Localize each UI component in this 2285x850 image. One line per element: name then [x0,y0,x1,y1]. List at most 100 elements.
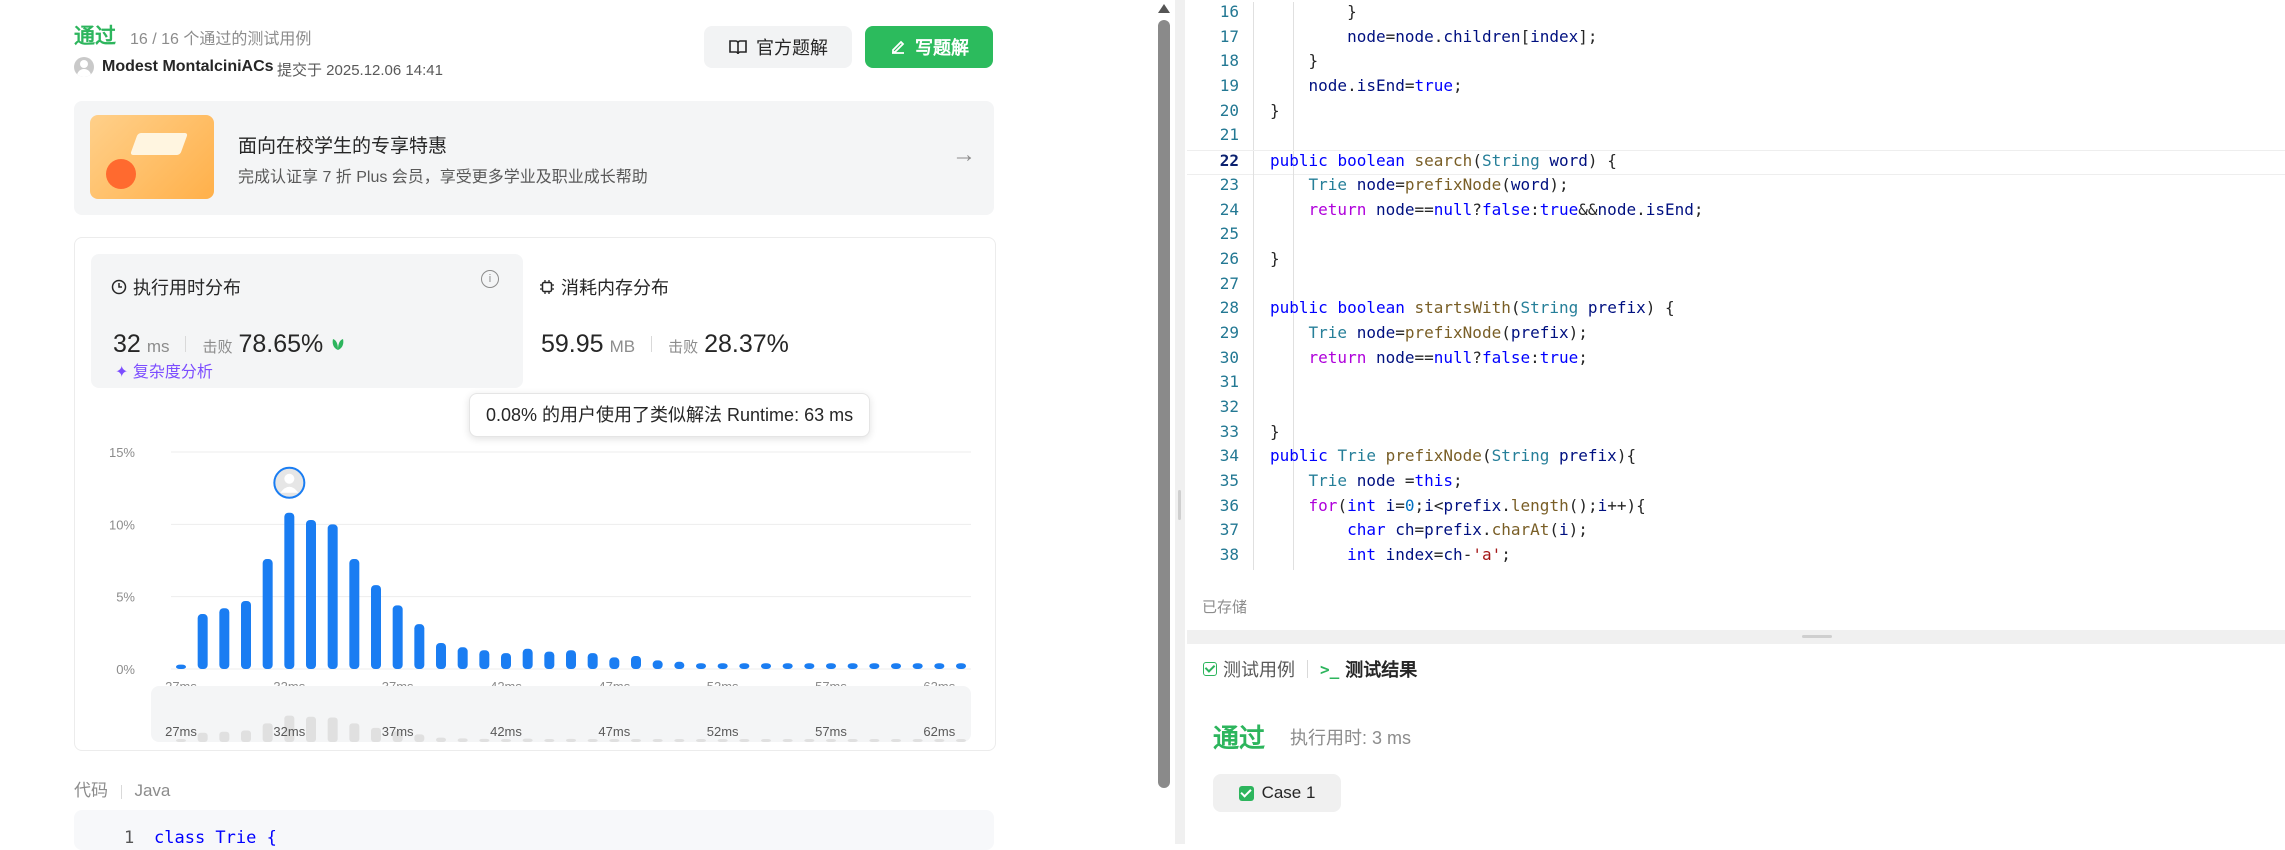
chart-bar[interactable] [847,663,858,669]
chart-bar[interactable] [327,524,338,669]
y-tick-label: 10% [109,517,135,532]
code-line[interactable]: 21 [1187,125,2285,151]
chart-bar[interactable] [609,657,620,669]
overview-bar [349,723,360,742]
line-text: } [1270,100,1280,120]
student-promo-banner[interactable]: 面向在校学生的专享特惠 完成认证享 7 折 Plus 会员，享受更多学业及职业成… [74,101,994,215]
chart-bar[interactable] [457,647,468,669]
chart-bar[interactable] [891,663,901,669]
info-icon[interactable]: i [481,270,499,288]
chart-bar[interactable] [241,601,251,669]
code-line[interactable]: 26} [1187,248,2285,274]
arrow-right-icon[interactable]: → [952,141,976,169]
code-editor[interactable]: 16 } 17 node=node.children[index]; 18 } 19 … [1187,0,2285,630]
code-line[interactable]: 18 } [1187,51,2285,77]
runtime-beat-label: 击败 [202,339,233,356]
indent-guide [1293,224,1294,249]
code-line[interactable]: 25 [1187,224,2285,249]
memory-card-title: 消耗内存分布 [539,274,669,300]
tab-test-result[interactable]: >_ 测试结果 [1320,656,1417,682]
code-line[interactable]: 33} [1187,421,2285,447]
line-text: Trie node=prefixNode(word); [1308,174,1569,194]
chart-bar[interactable] [587,653,598,669]
runtime-distribution-chart[interactable]: 15% 10% 5% 0% 27ms 32ms 37ms 42ms 47ms 52ms 57ms 62… [91,402,979,742]
chart-bar[interactable] [219,608,230,669]
chart-bar[interactable] [912,663,923,669]
tab-testcases[interactable]: 测试用例 [1203,656,1295,682]
code-line[interactable]: 20} [1187,100,2285,126]
chart-bar[interactable] [652,660,663,669]
chart-bar[interactable] [544,651,555,669]
chart-bar[interactable] [479,650,490,669]
chart-bar[interactable] [522,648,533,669]
overview-bar [544,739,555,742]
chart-bar[interactable] [869,663,880,669]
submitted-code-block[interactable]: 1 class Trie { [74,810,994,850]
code-line[interactable]: 36 for(int i=0;i<prefix.length();i++){ [1187,495,2285,521]
chart-bar[interactable] [761,663,771,669]
memory-card[interactable]: 消耗内存分布 59.95 MB 击败 28.37% [539,254,971,388]
indent-guide [1253,273,1254,299]
chart-bar[interactable] [197,614,208,669]
user-avatar-icon[interactable] [74,57,94,77]
chart-bar[interactable] [696,663,706,669]
runtime-card[interactable]: 执行用时分布 i 32 ms 击败 78.65% ✦ 复杂度分析 [91,254,523,388]
code-line[interactable]: 32 [1187,397,2285,422]
code-line[interactable]: 28 public boolean startsWith(String prefi… [1187,298,2285,323]
code-line[interactable]: 24 return node==null?false:true&&node.is… [1187,199,2285,225]
chart-bar[interactable] [826,663,836,669]
code-line[interactable]: 19 node.isEnd=true; [1187,76,2285,101]
line-number: 16 [1219,2,1239,21]
official-solution-button[interactable]: 官方题解 [704,26,852,68]
code-line[interactable]: 35 Trie node =this; [1187,471,2285,496]
chart-bar[interactable] [371,585,381,669]
username[interactable]: Modest MontalciniACs [102,58,274,76]
chart-bar[interactable] [501,653,511,669]
scroll-up-arrow-icon[interactable] [1158,4,1170,13]
code-line[interactable]: 22 public boolean search(String word) { [1187,150,2285,176]
line-number: 18 [1219,51,1239,71]
indent-guide [1253,298,1254,323]
editor-result-resize-handle[interactable] [1187,630,2285,644]
chart-bar[interactable] [956,663,966,669]
indent-guide [1293,273,1294,299]
chart-bar[interactable] [739,663,750,669]
chip-icon [540,280,554,294]
chart-bar[interactable] [392,605,403,669]
chart-bar[interactable] [717,663,728,669]
chart-bar[interactable] [306,519,316,669]
chart-bar[interactable] [436,642,446,669]
code-line[interactable]: 37 char ch=prefix.charAt(i); [1187,520,2285,546]
scrollbar-thumb[interactable] [1158,20,1170,788]
complexity-analysis-link[interactable]: ✦ 复杂度分析 [115,358,213,382]
chart-bar[interactable] [176,664,186,669]
case-label: Case 1 [1261,783,1316,802]
editor-lines[interactable]: 16 } 17 node=node.children[index]; 18 } 19 … [1187,2,2285,570]
chart-bar[interactable] [674,661,685,669]
chart-bar[interactable] [934,663,945,669]
chart-bar[interactable] [782,663,793,669]
code-line[interactable]: 29 Trie node=prefixNode(prefix); [1187,322,2285,348]
line-number: 36 [1219,495,1239,515]
chart-bar[interactable] [284,512,295,669]
chart-bar[interactable] [262,559,273,669]
pane-resize-handle[interactable] [1175,0,1185,844]
write-solution-button[interactable]: 写题解 [865,26,993,68]
code-line[interactable]: 17 node=node.children[index]; [1187,26,2285,52]
code-line[interactable]: 23 Trie node=prefixNode(word); [1187,174,2285,200]
code-line[interactable]: 16 } [1187,2,2285,27]
complexity-label: 复杂度分析 [132,364,213,381]
chart-bar[interactable] [804,663,815,669]
chart-bar[interactable] [349,559,360,669]
chart-bar[interactable] [566,650,576,669]
code-label: 代码 [74,781,108,800]
code-line[interactable]: 31 [1187,372,2285,397]
code-line[interactable]: 30 return node==null?false:true; [1187,347,2285,373]
code-line[interactable]: 27 [1187,273,2285,299]
code-line[interactable]: 34 public Trie prefixNode(String prefix){ [1187,446,2285,472]
indent-guide [1253,520,1254,546]
chart-bar[interactable] [414,624,425,669]
code-line[interactable]: 38 int index=ch-'a'; [1187,545,2285,570]
case-tab[interactable]: Case 1 [1213,774,1341,812]
chart-bar[interactable] [631,655,641,669]
